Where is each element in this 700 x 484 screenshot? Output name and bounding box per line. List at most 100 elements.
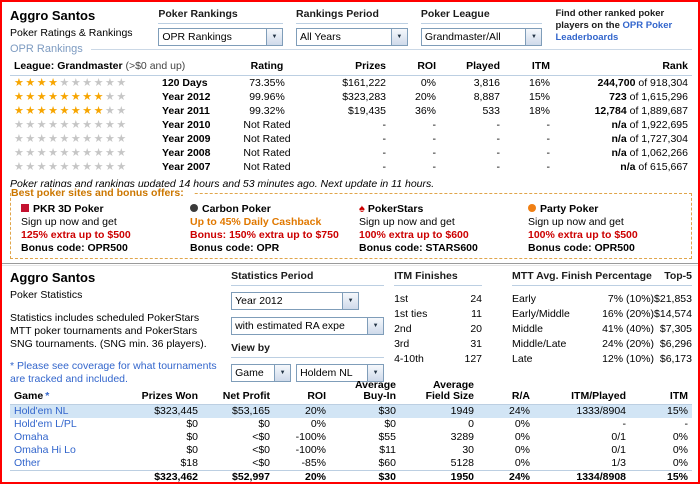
offer-site-name[interactable]: Carbon Poker [190,203,343,216]
view-by-value: Game [235,367,264,379]
offer-site-name[interactable]: PKR 3D Poker [21,203,174,216]
games-row: Omaha Hi Lo $0 <$0 -100% $11 30 0% 0/1 0% [10,444,692,457]
total-stat: 20% [274,470,330,482]
star-empty-icon: ★ [48,133,60,145]
offer-pokerstars[interactable]: ♠ PokerStars Sign up now and get 100% ext… [351,203,520,255]
ranking-roi: - [432,119,437,131]
game-stat: $0 [384,418,396,430]
mtt-finish-row: Early/Middle 16% (20%) $14,574 [512,307,692,322]
game-stat: 0/1 [611,431,626,443]
game-stat: <$0 [252,457,270,469]
ranking-period: Year 2011 [162,105,210,117]
game-link[interactable]: Omaha [14,431,48,443]
star-empty-icon: ★ [82,77,94,89]
chevron-down-icon[interactable]: ▼ [274,365,291,381]
star-rating: ★★★★★★★★★★ [10,160,158,174]
star-empty-icon: ★ [82,133,94,145]
star-filled-icon: ★ [36,91,49,103]
offer-pkr-3d-poker[interactable]: PKR 3D Poker Sign up now and get 125% ex… [13,203,182,255]
games-column-header[interactable]: ITM/Played [534,380,630,405]
ranking-roi: - [432,161,437,173]
star-empty-icon: ★ [59,133,71,145]
col-header-played: Played [440,58,504,76]
game-stat: - [622,418,627,430]
mtt-finish-header-row: MTT Avg. Finish Percentage Top-5 [512,270,692,286]
chevron-down-icon[interactable]: ▼ [342,293,359,309]
ranking-played: - [496,147,501,159]
offer-site-name[interactable]: ♠ PokerStars [359,203,512,216]
offer-party-poker[interactable]: Party Poker Sign up now and get 100% ext… [520,203,689,255]
statistics-period-header: Statistics Period [231,270,385,286]
games-column-header[interactable]: Average Buy-In [330,380,400,405]
games-column-header[interactable]: R/A [478,380,534,405]
star-filled-icon: ★ [48,105,60,117]
carbon-logo-icon [190,204,198,212]
game-stat: <$0 [252,431,270,443]
offer-site-name[interactable]: Party Poker [528,203,681,216]
games-column-header[interactable]: Prizes Won [128,380,202,405]
games-column-header[interactable]: Average Field Size [400,380,478,405]
rankings-table: League: Grandmaster (>$0 and up) Rating … [10,58,692,174]
ranking-rank: 723 of 1,615,296 [609,91,688,103]
star-rating: ★★★★★★★★★★ [10,146,158,160]
offer-carbon-poker[interactable]: Carbon Poker Up to 45% Daily Cashback Bo… [182,203,351,255]
star-empty-icon: ★ [93,161,105,173]
ranking-rating: 99.96% [249,91,285,103]
star-filled-icon: ★ [70,105,83,117]
col-header-game[interactable]: Game * [10,380,128,405]
statistics-period-value: Year 2012 [235,295,283,307]
games-row: Hold'em NL $323,445 $53,165 20% $30 1949 24% 13… [10,404,692,418]
offer-line: Sign up now and get [528,216,624,228]
statistics-intro: Aggro Santos Poker Statistics Statistics… [10,270,231,386]
mtt-finish-row: Middle/Late 24% (20%) $6,296 [512,337,692,352]
games-column-header[interactable]: ITM [630,380,692,405]
star-empty-icon: ★ [70,161,83,173]
coverage-link[interactable]: coverage [72,360,115,372]
ranking-rank: n/a of 1,727,304 [611,133,688,145]
mtt-finish-panel: MTT Avg. Finish Percentage Top-5 Early 7%… [512,270,692,386]
itm-finish-label: 4-10th [394,353,424,365]
itm-finish-value: 31 [470,338,483,350]
game-stat: -100% [295,431,326,443]
star-filled-icon: ★ [82,91,94,103]
itm-finish-label: 2nd [394,323,412,335]
game-stat: -85% [301,457,326,469]
game-link[interactable]: Other [14,457,40,469]
col-header-rating: Rating [232,58,302,76]
opr-rankings-page: Aggro Santos Poker Ratings & Rankings Po… [0,0,700,484]
star-empty-icon: ★ [116,91,128,103]
game-cell: Hold'em NL [10,404,128,418]
star-rating: ★★★★★★★★★★ [10,104,158,118]
mtt-stage-pct: 24% (20%) [602,338,655,350]
star-rating: ★★★★★★★★★★ [10,118,158,132]
ranking-rating: 99.32% [249,105,285,117]
mtt-stage-label: Middle/Late [512,338,567,350]
star-empty-icon: ★ [14,119,26,131]
mtt-top5-value: $7,305 [659,323,692,335]
game-link[interactable]: Hold'em NL [14,405,69,417]
star-empty-icon: ★ [105,105,117,117]
statistics-period-select[interactable]: Year 2012 ▼ [231,292,360,310]
poker-rankings-label: Poker Rankings [158,8,284,24]
ra-expenses-select[interactable]: with estimated RA expe ▼ [231,317,385,335]
game-link[interactable]: Omaha Hi Lo [14,444,76,456]
games-column-header[interactable]: Net Profit [202,380,274,405]
statistics-subtitle: Poker Statistics [10,289,83,301]
star-filled-icon: ★ [59,91,71,103]
poker-league-label: Poker League [420,8,543,24]
ranking-period: Year 2007 [162,161,211,173]
game-stat: 0% [310,418,326,430]
chevron-down-icon[interactable]: ▼ [367,318,384,334]
star-empty-icon: ★ [59,119,71,131]
games-column-header[interactable]: ROI [274,380,330,405]
star-empty-icon: ★ [36,133,49,145]
ranking-row: ★★★★★★★★★★ Year 2007 Not Rated - - - - n/a of 6… [10,160,692,174]
star-filled-icon: ★ [93,105,105,117]
ranking-prizes: - [382,119,387,131]
game-link[interactable]: Hold'em L/PL [14,418,77,430]
opr-rankings-title: OPR Rankings [10,43,83,55]
offers-row: PKR 3D Poker Sign up now and get 125% ex… [11,194,691,255]
star-empty-icon: ★ [116,105,128,117]
ranking-itm: - [546,119,551,131]
ranking-period: Year 2008 [162,147,211,159]
